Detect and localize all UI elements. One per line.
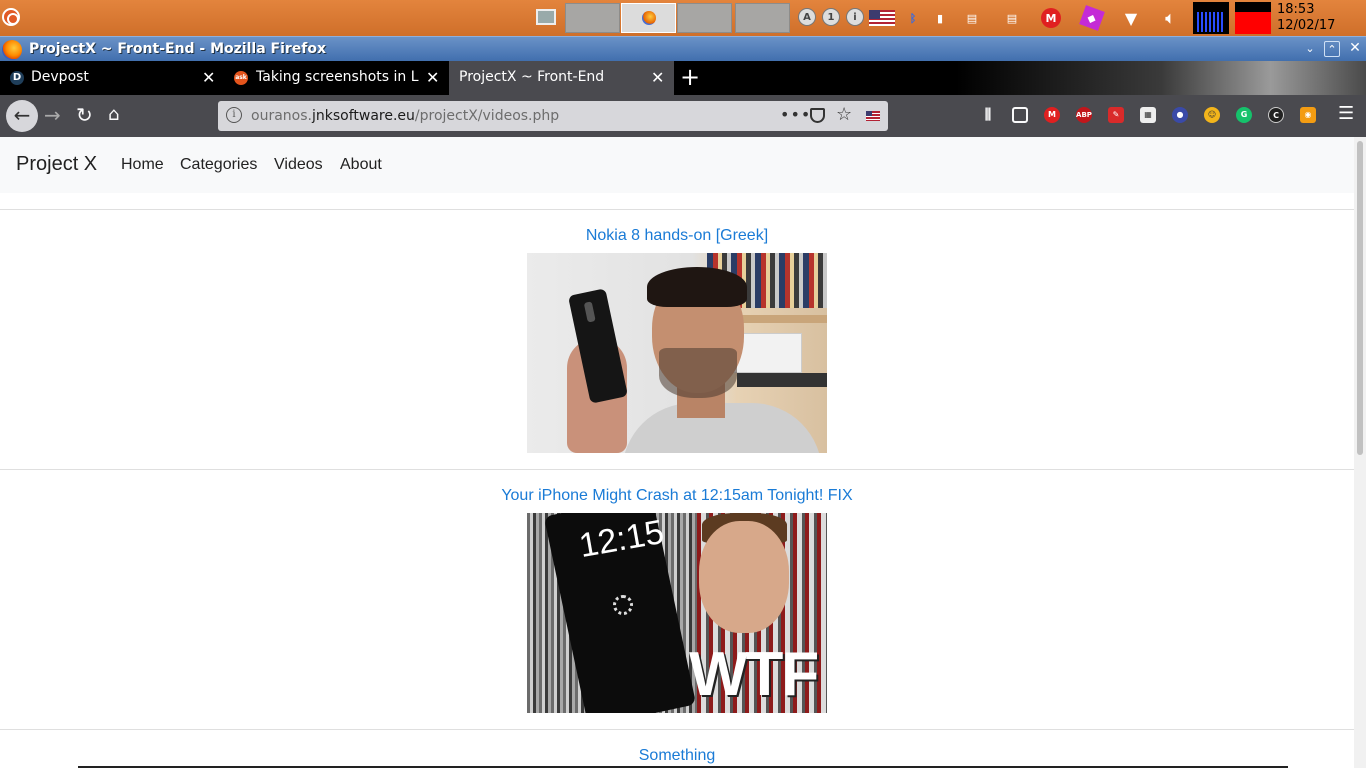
color-picker-extension-icon[interactable]: ✎ [1108, 107, 1124, 123]
url-domain: jnksoftware.eu [311, 108, 415, 124]
tab-strip: D Devpost ✕ ask Taking screenshots in Lu… [0, 61, 1366, 95]
site-info-icon[interactable]: i [226, 107, 242, 123]
workspace-4[interactable] [735, 3, 790, 33]
mega-extension-icon[interactable]: M [1044, 107, 1060, 123]
emoji-icon[interactable]: ☺ [1204, 107, 1220, 123]
tray-lock-icon[interactable]: i [846, 8, 864, 26]
server-location-flag-icon[interactable] [866, 111, 880, 121]
maximize-icon[interactable]: ⌃ [1324, 41, 1340, 57]
clipboard-icon[interactable]: ▮ [930, 8, 950, 28]
nav-link-categories[interactable]: Categories [180, 156, 257, 174]
panel-clock[interactable]: 18:53 12/02/17 [1277, 2, 1335, 34]
scrollbar-thumb[interactable] [1357, 141, 1363, 455]
close-window-icon[interactable]: ✕ [1347, 41, 1363, 57]
divider [0, 469, 1354, 470]
firefox-window-icon [642, 11, 656, 25]
privacy-extension-icon[interactable]: ● [1172, 107, 1188, 123]
cpu-indicator[interactable] [1235, 2, 1271, 34]
reload-icon[interactable]: ↻ [76, 104, 93, 126]
minimize-icon[interactable]: ⌄ [1302, 41, 1318, 57]
grammarly-icon[interactable]: G [1236, 107, 1252, 123]
back-icon[interactable]: ← [6, 100, 38, 132]
divider [0, 729, 1354, 730]
window-titlebar[interactable]: ProjectX ~ Front-End - Mozilla Firefox ⌄… [0, 36, 1366, 61]
bluetooth-icon[interactable]: ᛒ [903, 8, 923, 28]
cast-icon[interactable]: ▤ [962, 8, 982, 28]
page-content: Project X Home Categories Videos About N… [0, 137, 1354, 768]
video-title-link[interactable]: Something [0, 747, 1354, 765]
home-icon[interactable]: ⌂ [108, 104, 119, 126]
wifi-icon[interactable]: ▼ [1121, 8, 1141, 28]
workspace-2[interactable] [621, 3, 676, 33]
nav-link-about[interactable]: About [340, 156, 382, 174]
url-text[interactable]: ouranos.jnksoftware.eu/projectX/videos.p… [251, 108, 559, 124]
qr-code-icon[interactable]: ▦ [1140, 107, 1156, 123]
hamburger-menu-icon[interactable]: ☰ [1338, 105, 1354, 123]
devpost-favicon-icon: D [10, 71, 24, 85]
adblock-plus-icon[interactable]: ABP [1076, 107, 1092, 123]
clock-date: 12/02/17 [1277, 18, 1336, 33]
askubuntu-favicon-icon: ask [234, 71, 248, 85]
page-scrollbar[interactable] [1354, 137, 1366, 768]
system-top-panel: A 1 i ᛒ ▮ ▤ ▤ M ◆ ▼ 🔈︎ 18:53 12/02/17 [0, 0, 1366, 36]
close-tab-icon[interactable]: ✕ [651, 68, 664, 87]
site-brand[interactable]: Project X [16, 153, 97, 176]
pocket-icon[interactable] [810, 108, 825, 123]
keyboard-layout-flag-icon[interactable] [869, 10, 895, 26]
tab-label: Taking screenshots in Lubuntu [256, 69, 419, 85]
nav-link-videos[interactable]: Videos [274, 156, 323, 174]
divider [0, 209, 1354, 210]
close-tab-icon[interactable]: ✕ [426, 68, 439, 87]
clock-time: 18:53 [1277, 2, 1315, 17]
firefox-logo-icon [2, 40, 22, 60]
tab-taking-screenshots[interactable]: ask Taking screenshots in Lubuntu ✕ [224, 61, 449, 95]
site-navbar: Project X Home Categories Videos About [0, 137, 1354, 193]
close-tab-icon[interactable]: ✕ [202, 68, 215, 87]
video-title-link[interactable]: Nokia 8 hands-on [Greek] [0, 227, 1354, 245]
thumbnail-clock-text: 12:15 [576, 513, 667, 566]
copy-extension-icon[interactable]: C [1268, 107, 1284, 123]
cast-2-icon[interactable]: ▤ [1002, 8, 1022, 28]
tab-projectx[interactable]: ProjectX ~ Front-End ✕ [449, 61, 674, 95]
tab-label: Devpost [31, 69, 89, 85]
rss-icon[interactable]: ◉ [1300, 107, 1316, 123]
window-title: ProjectX ~ Front-End - Mozilla Firefox [29, 41, 327, 57]
library-icon[interactable]: ⫼ [980, 107, 996, 123]
workspace-1[interactable] [565, 3, 620, 33]
workspace-3[interactable] [677, 3, 732, 33]
forward-icon[interactable]: → [44, 104, 61, 126]
system-monitor-graph[interactable] [1193, 2, 1229, 34]
loading-spinner-icon [613, 595, 633, 615]
new-tab-icon[interactable]: + [680, 65, 700, 89]
sidebar-icon[interactable] [1012, 107, 1028, 123]
url-prefix: ouranos. [251, 108, 312, 124]
bookmark-star-icon[interactable]: ☆ [836, 104, 852, 125]
tray-1-icon[interactable]: 1 [822, 8, 840, 26]
ubuntu-menu-icon[interactable] [2, 8, 20, 26]
tray-a-icon[interactable]: A [798, 8, 816, 26]
page-actions-icon[interactable]: ••• [780, 105, 811, 124]
volume-icon[interactable]: 🔈︎ [1160, 8, 1180, 28]
video-thumbnail-iphone-crash[interactable]: 12:15 WTF [527, 513, 827, 713]
nav-link-home[interactable]: Home [121, 156, 164, 174]
url-bar[interactable]: i ouranos.jnksoftware.eu/projectX/videos… [218, 101, 888, 131]
url-path: /projectX/videos.php [414, 108, 560, 124]
video-thumbnail-nokia[interactable] [527, 253, 827, 453]
app-cube-icon[interactable]: ◆ [1079, 5, 1105, 31]
nav-toolbar: ← → ↻ ⌂ i ouranos.jnksoftware.eu/project… [0, 95, 1366, 137]
thumbnail-overlay-text: WTF [689, 640, 819, 709]
mega-icon[interactable]: M [1041, 8, 1061, 28]
show-desktop-icon[interactable] [536, 9, 556, 25]
tab-label: ProjectX ~ Front-End [459, 69, 605, 85]
tab-devpost[interactable]: D Devpost ✕ [0, 61, 224, 95]
video-title-link[interactable]: Your iPhone Might Crash at 12:15am Tonig… [0, 487, 1354, 505]
